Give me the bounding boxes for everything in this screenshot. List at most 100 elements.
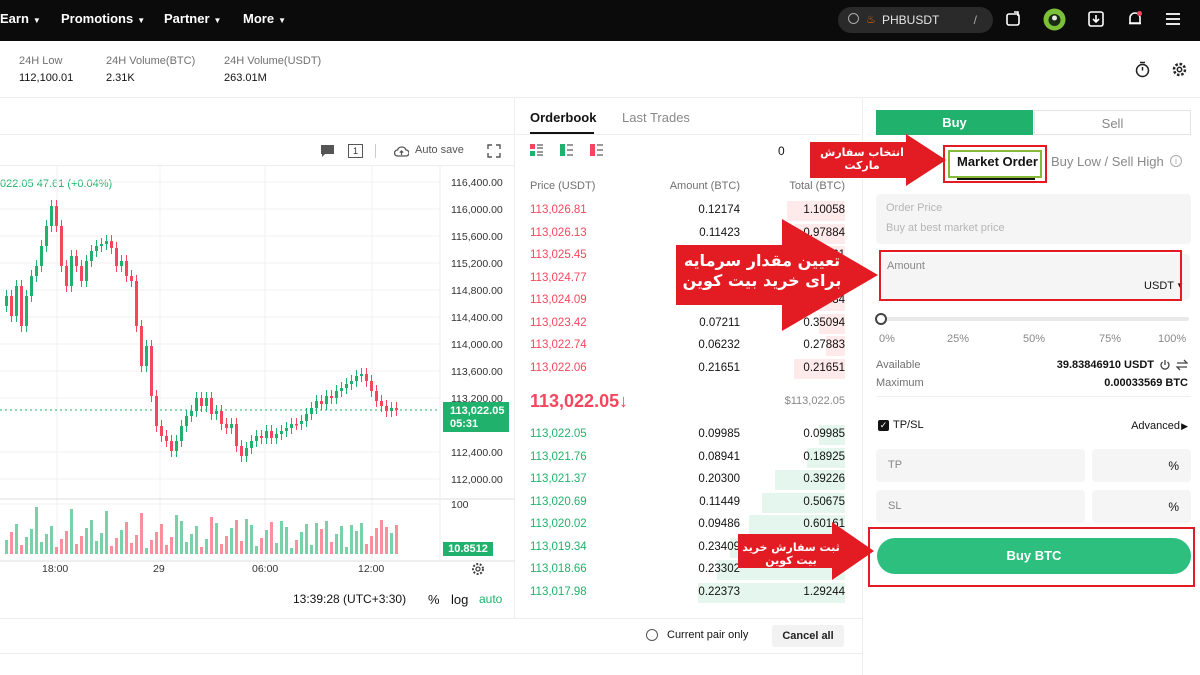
tp-label: TP (888, 459, 903, 471)
volume-bar (100, 533, 103, 554)
volume-bar (265, 530, 268, 554)
orderbook-row[interactable]: 113,022.74 0.06232 0.27883 (516, 335, 860, 357)
slider-mark[interactable]: 100% (1158, 333, 1186, 345)
candle (315, 401, 318, 408)
menu-icon[interactable] (1164, 10, 1182, 28)
candle (150, 346, 153, 396)
sell-tab[interactable]: Sell (1034, 110, 1191, 135)
candle (190, 411, 193, 416)
row-price: 113,026.13 (530, 226, 587, 239)
orderbook-row[interactable]: 113,021.37 0.20300 0.39226 (516, 469, 860, 491)
candle (345, 384, 348, 388)
orderbook-row[interactable]: 113,021.76 0.08941 0.18925 (516, 447, 860, 469)
orderbook-row[interactable]: 113,022.06 0.21651 0.21651 (516, 358, 860, 380)
price-tick-label: 113,600.00 (451, 366, 503, 378)
volume-bar (230, 528, 233, 554)
buy-low-sell-high-tab[interactable]: Buy Low / Sell High (1051, 154, 1164, 169)
cloud-upload-icon[interactable] (394, 144, 409, 158)
precision-selector[interactable]: 0 (778, 144, 785, 158)
sl-input[interactable]: SL (876, 490, 1085, 523)
candle (40, 246, 43, 266)
nav-promotions[interactable]: Promotions ▼ (61, 11, 145, 26)
candle-countdown: 05:31 (450, 418, 479, 430)
slider-mark[interactable]: 25% (947, 333, 969, 345)
auto-scale-toggle[interactable]: auto (479, 592, 502, 606)
transfer-arrows-icon[interactable] (1176, 359, 1188, 371)
order-price-placeholder: Buy at best market price (886, 222, 1005, 234)
volume-bar (50, 526, 53, 554)
sl-percent-input[interactable]: % (1092, 490, 1191, 523)
candle (270, 431, 273, 438)
nav-earn[interactable]: Earn ▼ (0, 11, 41, 26)
info-icon[interactable]: i (1170, 155, 1182, 167)
row-amount: 0.06232 (698, 339, 740, 351)
tab-last-trades[interactable]: Last Trades (622, 110, 690, 125)
percent-scale-toggle[interactable]: % (428, 592, 440, 607)
auto-save-label[interactable]: Auto save (415, 144, 464, 156)
row-amount: 0.20300 (698, 473, 740, 485)
volume-bar (340, 526, 343, 554)
orderbook-row[interactable]: 113,022.05 0.09985 0.09985 (516, 424, 860, 446)
tpsl-checkbox[interactable]: ✓ (878, 420, 889, 431)
tp-percent-input[interactable]: % (1092, 449, 1191, 482)
candle (215, 411, 218, 414)
timer-icon[interactable] (1134, 61, 1151, 78)
candle (35, 266, 38, 276)
bell-icon[interactable] (1126, 10, 1144, 28)
candle (370, 381, 373, 391)
order-price-label: Order Price (886, 202, 943, 214)
volume-bar (285, 527, 288, 554)
nav-more[interactable]: More ▼ (243, 11, 286, 26)
candlestick-chart[interactable]: 116,400.00 116,000.00 115,600.00 115,200.00… (0, 166, 515, 618)
row-total: 0.39226 (803, 473, 845, 485)
cancel-all-button[interactable]: Cancel all (772, 625, 844, 647)
slider-mark[interactable]: 50% (1023, 333, 1045, 345)
candle (350, 381, 353, 384)
nav-partner[interactable]: Partner ▼ (164, 11, 221, 26)
candle (195, 398, 198, 411)
tab-orderbook[interactable]: Orderbook (530, 110, 596, 125)
interval-button[interactable]: 1 (348, 144, 363, 158)
stat-label: 24H Volume(USDT) (224, 55, 322, 67)
fullscreen-icon[interactable] (487, 144, 501, 158)
orderbook-row[interactable]: 113,017.98 0.22373 1.29244 (516, 582, 860, 604)
arrow-down-icon: ↓ (619, 391, 629, 411)
candle (245, 448, 248, 456)
slider-mark[interactable]: 75% (1099, 333, 1121, 345)
current-pair-radio[interactable] (646, 629, 658, 641)
search-input[interactable]: ♨ PHBUSDT / (838, 7, 993, 33)
orderbook-row[interactable]: 113,020.69 0.11449 0.50675 (516, 492, 860, 514)
current-price-tag: 113,022.05 05:31 (443, 402, 509, 432)
candle (250, 441, 253, 448)
row-price: 113,026.81 (530, 204, 587, 216)
volume-bar (45, 534, 48, 554)
advanced-toggle[interactable]: Advanced (1131, 420, 1180, 432)
comment-icon[interactable] (320, 144, 335, 158)
candle (305, 414, 308, 421)
volume-bar (5, 540, 8, 554)
power-icon[interactable] (1159, 359, 1171, 371)
candle (185, 416, 188, 426)
candle (170, 441, 173, 451)
volume-bar (175, 515, 178, 554)
view-asks-icon[interactable] (590, 144, 603, 157)
price-tick-label: 114,400.00 (451, 312, 503, 324)
volume-bar (345, 547, 348, 554)
download-icon[interactable] (1087, 10, 1105, 28)
view-bids-icon[interactable] (560, 144, 573, 157)
volume-bar (15, 524, 18, 554)
volume-bar (190, 534, 193, 554)
tp-input[interactable]: TP (876, 449, 1085, 482)
log-scale-toggle[interactable]: log (451, 592, 468, 607)
chart-settings-icon[interactable] (471, 562, 485, 576)
row-total: 0.18925 (803, 450, 845, 463)
amount-slider-track[interactable] (881, 317, 1189, 321)
row-price: 113,021.37 (530, 473, 587, 485)
volume-bar (70, 509, 73, 554)
gear-icon[interactable] (1171, 61, 1188, 78)
avatar[interactable] (1043, 8, 1066, 31)
row-amount: 0.22373 (698, 585, 740, 598)
view-both-icon[interactable] (530, 144, 543, 157)
transfer-icon[interactable] (1004, 10, 1022, 28)
row-total: 0.27883 (803, 339, 845, 351)
